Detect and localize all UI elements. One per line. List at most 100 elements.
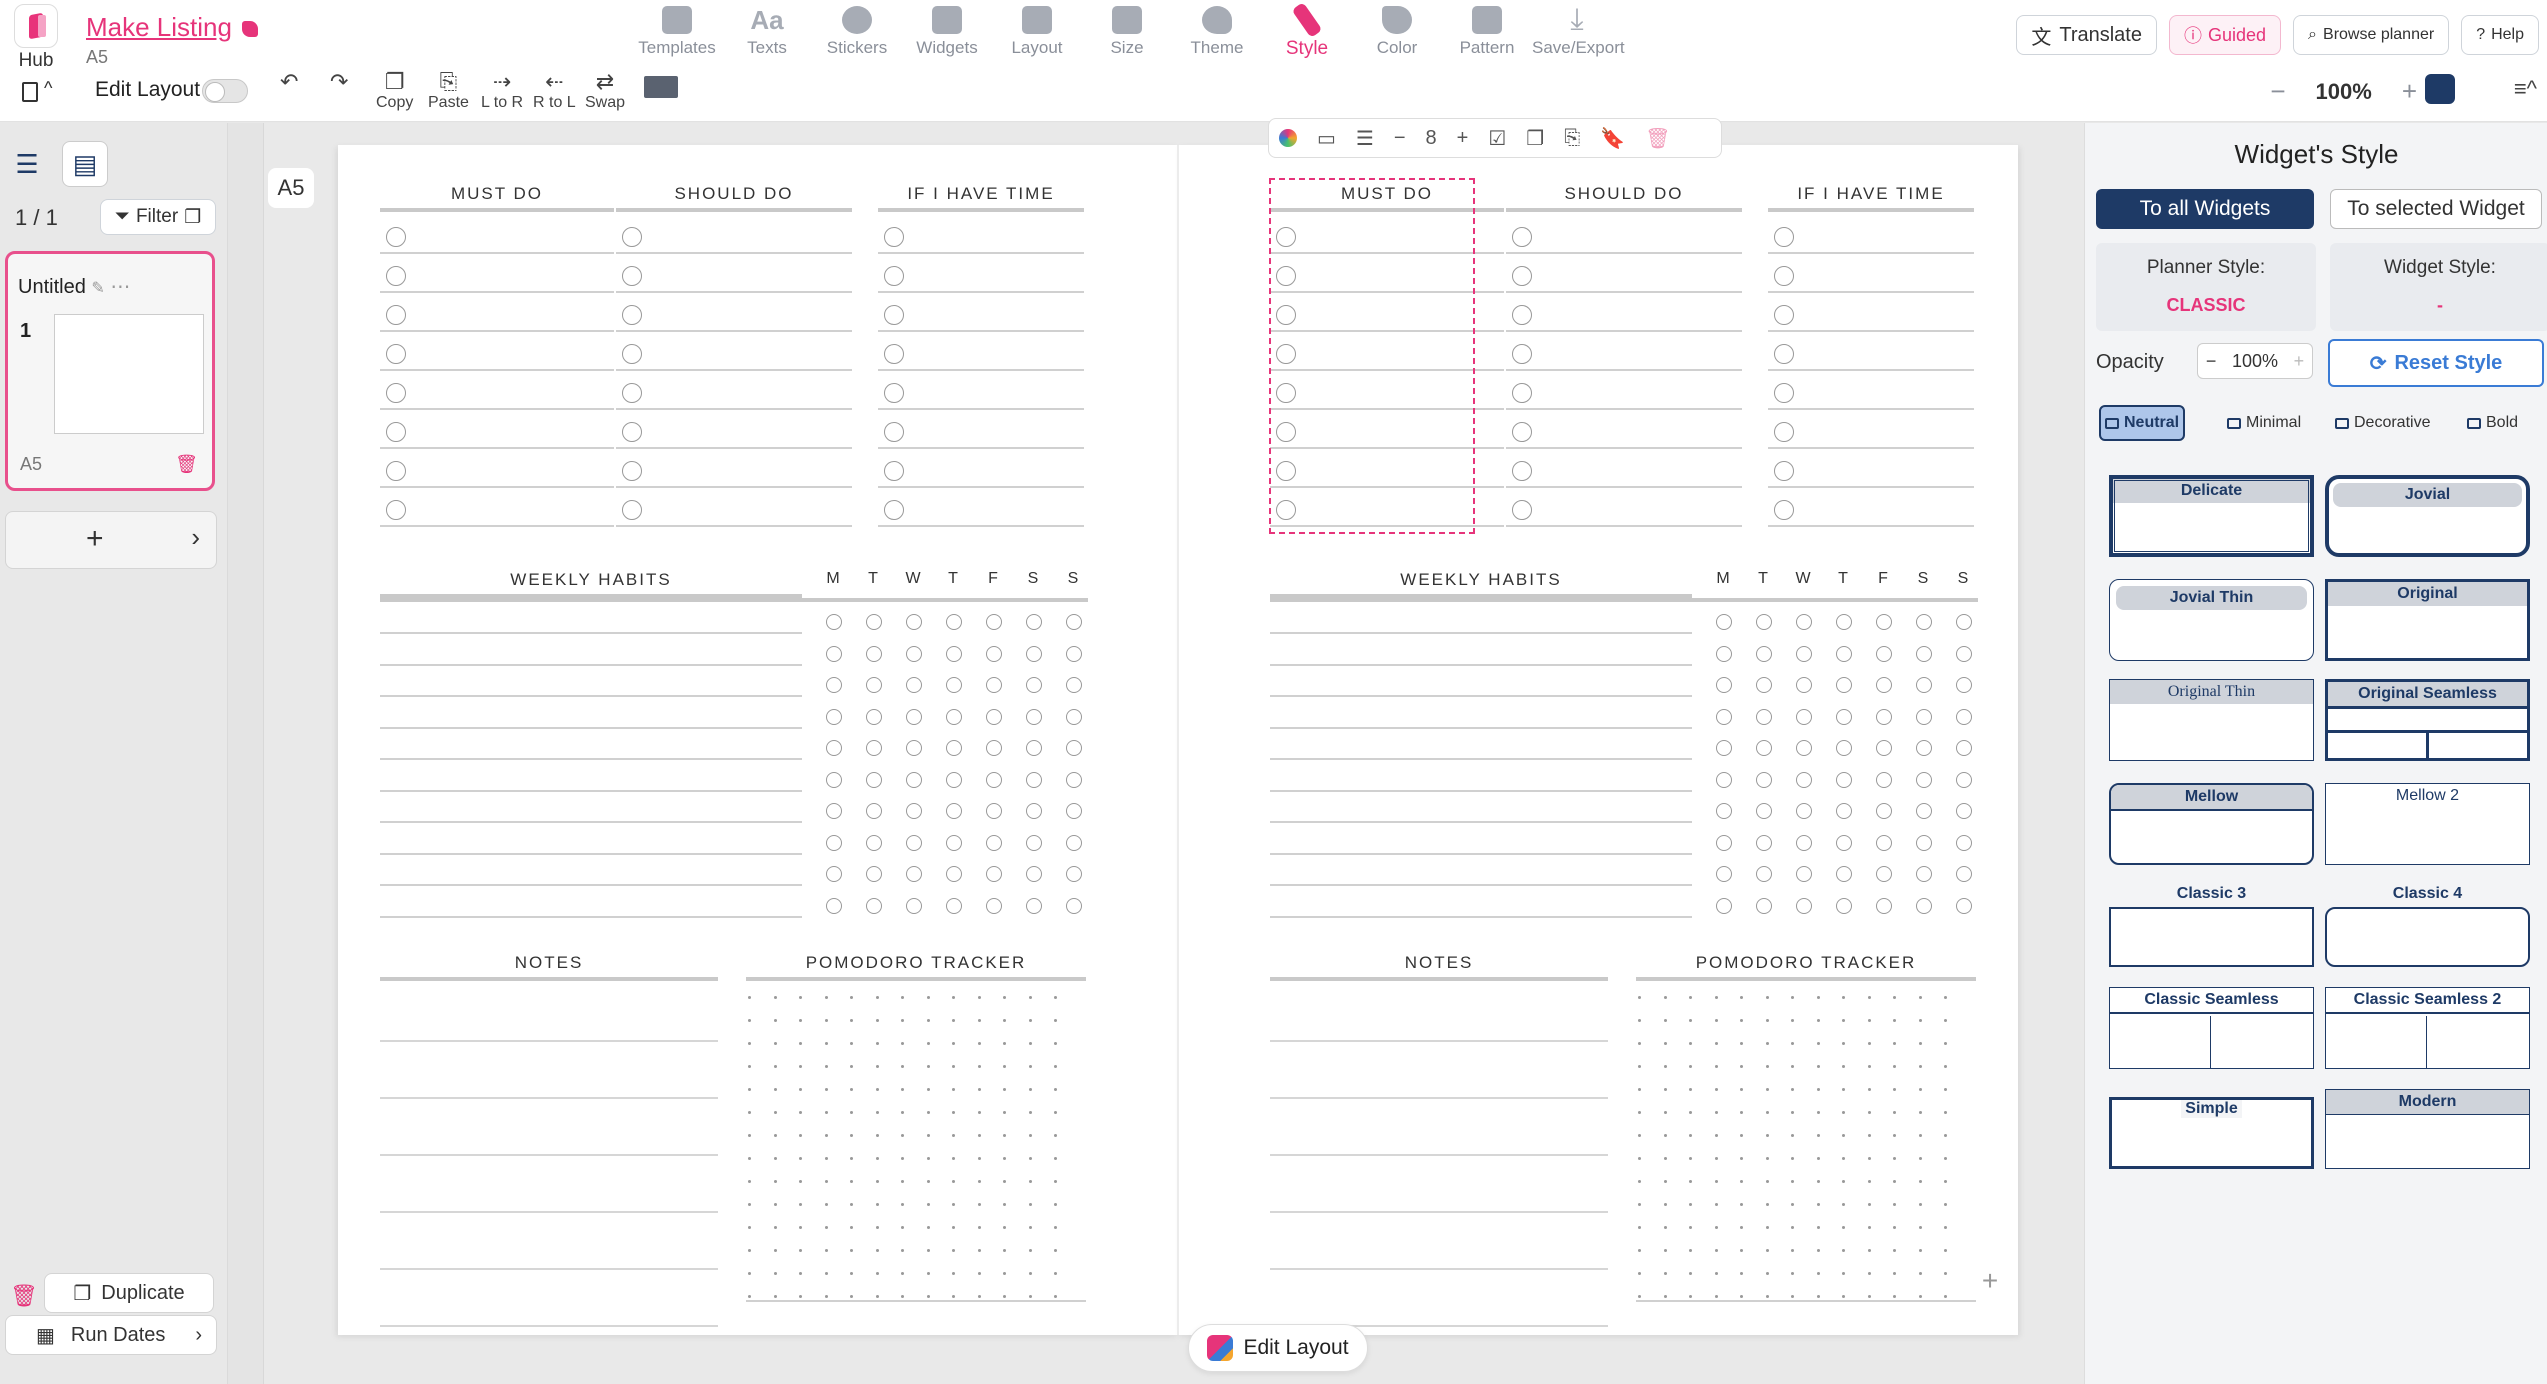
style-classic-4[interactable] [2325,907,2530,967]
habit-check[interactable] [866,803,882,819]
habit-check[interactable] [1836,740,1852,756]
note-line[interactable] [380,1325,718,1327]
checkbox-circle[interactable] [386,344,406,364]
document-card[interactable]: Untitled ✎ ⋯ 1 A5 🗑 [5,251,215,491]
todo-row[interactable] [616,293,852,332]
habit-check[interactable] [1836,614,1852,630]
note-line[interactable] [1270,1097,1608,1099]
to-selected-widget-button[interactable]: To selected Widget [2330,189,2542,229]
bookmark-icon[interactable]: 🔖 [1600,126,1625,151]
habit-line[interactable] [1270,852,1692,855]
habit-check[interactable] [1916,645,1932,662]
trash-icon[interactable]: 🗑 [175,454,198,475]
checkbox-circle[interactable] [622,266,642,286]
todo-row[interactable] [878,332,1084,371]
habit-check[interactable] [1066,614,1082,630]
habit-check[interactable] [1956,708,1972,725]
habit-check[interactable] [826,677,842,693]
habit-check[interactable] [1796,897,1812,914]
habit-check[interactable] [1796,834,1812,851]
habit-check[interactable] [1026,771,1042,788]
habit-check[interactable] [906,834,922,851]
habit-line[interactable] [1270,726,1692,729]
habit-check[interactable] [1066,677,1082,693]
document-thumbnail[interactable] [54,314,204,434]
checkbox-circle[interactable] [622,227,642,247]
habit-line[interactable] [1270,695,1692,697]
checkbox-circle[interactable] [386,266,406,286]
habit-check[interactable] [946,614,962,630]
habit-check[interactable] [946,866,962,882]
habit-line[interactable] [380,915,802,918]
habit-line[interactable] [1270,915,1692,918]
habit-check[interactable] [1066,771,1082,788]
habit-check[interactable] [826,771,842,788]
habit-check[interactable] [1796,740,1812,756]
habit-check[interactable] [1836,897,1852,914]
todo-row[interactable] [878,293,1084,332]
habit-check[interactable] [946,645,962,662]
todo-row[interactable] [1768,254,1974,293]
note-line[interactable] [1270,1268,1608,1270]
habit-check[interactable] [986,866,1002,882]
checkbox-circle[interactable] [386,500,406,520]
habit-check[interactable] [1026,614,1042,630]
habit-check[interactable] [1836,803,1852,819]
habit-check[interactable] [986,614,1002,630]
todo-row[interactable] [1768,293,1974,332]
habit-check[interactable] [1916,771,1932,788]
habit-check[interactable] [1796,803,1812,819]
todo-row[interactable] [1506,254,1742,293]
todo-row[interactable] [1506,488,1742,527]
style-modern[interactable]: Modern [2325,1089,2530,1169]
habit-check[interactable] [906,897,922,914]
habit-check[interactable] [826,897,842,914]
checkbox-circle[interactable] [1512,227,1532,247]
duplicate-icon[interactable]: ❐ [1526,126,1544,151]
trash-icon[interactable]: 🗑 [1645,126,1670,151]
checkbox-circle[interactable] [1774,344,1794,364]
todo-row[interactable] [380,371,614,410]
style-simple[interactable]: Simple [2109,1097,2314,1169]
copy-button[interactable]: ❐ Copy [376,70,413,112]
menu-size[interactable]: Size [1082,2,1172,60]
decrease-rows-button[interactable]: − [1394,127,1406,150]
habit-line[interactable] [380,821,802,823]
checkbox-circle[interactable] [386,383,406,403]
habit-check[interactable] [1066,866,1082,882]
edit-title-icon[interactable] [241,21,258,38]
habit-check[interactable] [1026,866,1042,882]
checkbox-circle[interactable] [884,422,904,442]
habit-check[interactable] [1836,834,1852,851]
habit-check[interactable] [1956,740,1972,756]
habit-line[interactable] [380,695,802,697]
more-icon[interactable]: ⋯ [110,276,130,298]
habit-check[interactable] [1916,677,1932,693]
habit-check[interactable] [1716,708,1732,725]
habit-check[interactable] [1916,708,1932,725]
zoom-out-button[interactable]: − [2270,76,2285,107]
habit-check[interactable] [1916,866,1932,882]
habit-check[interactable] [1716,614,1732,630]
habit-check[interactable] [1026,708,1042,725]
style-jovial-thin[interactable]: Jovial Thin [2109,579,2314,661]
habit-check[interactable] [906,771,922,788]
habit-check[interactable] [826,866,842,882]
checkbox-circle[interactable] [622,422,642,442]
note-line[interactable] [1270,1040,1608,1042]
habit-check[interactable] [986,897,1002,914]
menu-save-export[interactable]: ⤓ Save/Export [1532,2,1625,60]
checkbox-icon[interactable]: ☑ [1488,126,1506,151]
habit-check[interactable] [1916,740,1932,756]
habit-check[interactable] [1836,771,1852,788]
habit-check[interactable] [1796,677,1812,693]
checkbox-circle[interactable] [386,227,406,247]
habit-check[interactable] [1026,645,1042,662]
settings-toggle[interactable]: ≡^ [2514,76,2537,102]
run-dates-button[interactable]: ▦ Run Dates › [5,1315,217,1355]
habit-check[interactable] [906,614,922,630]
checkbox-circle[interactable] [386,422,406,442]
style-jovial[interactable]: Jovial [2325,475,2530,557]
habit-check[interactable] [1066,708,1082,725]
opacity-stepper[interactable]: −100% + [2197,343,2313,379]
